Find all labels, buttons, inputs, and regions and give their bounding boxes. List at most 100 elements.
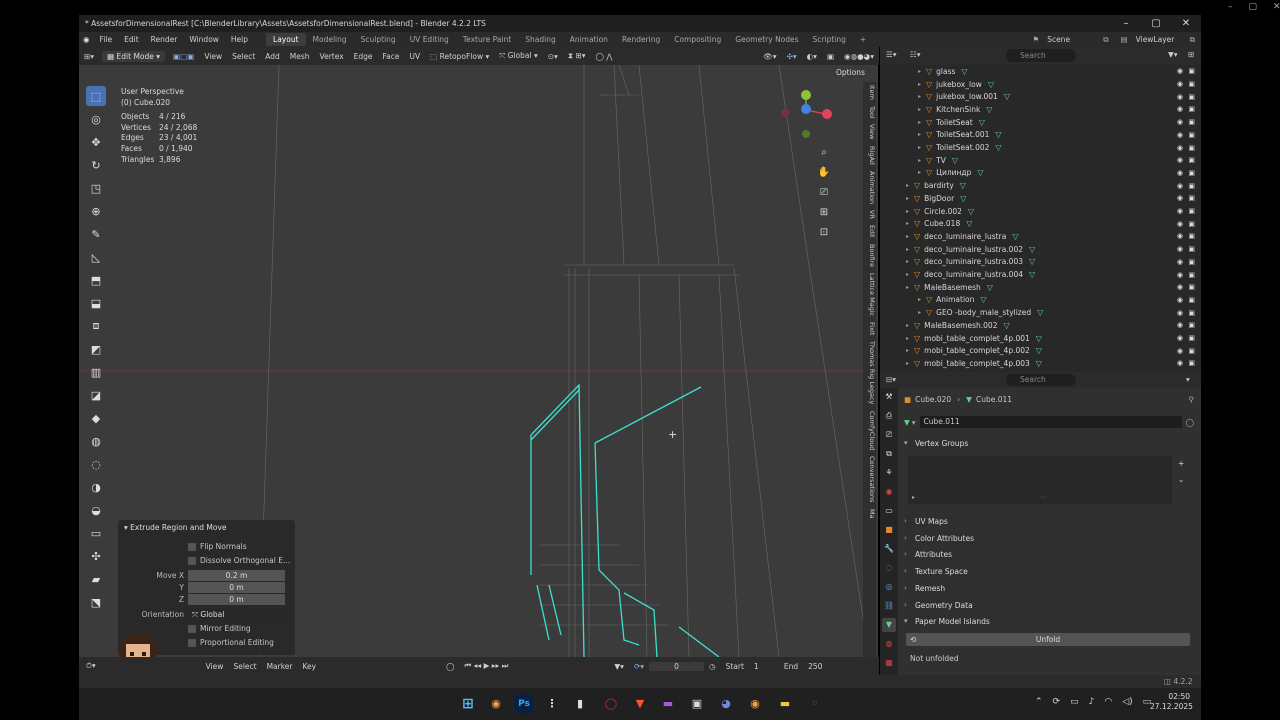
physics-tab-icon[interactable]: ◎: [882, 580, 896, 594]
render-camera-icon[interactable]: ▣: [1188, 258, 1195, 266]
options-button[interactable]: Options: [830, 67, 871, 78]
outliner-item[interactable]: ▸ ▽ GEO -body_male_stylized ▽ ◉ ▣: [880, 306, 1201, 319]
expand-icon[interactable]: ▸: [906, 182, 914, 189]
menu-window[interactable]: Window: [183, 35, 225, 44]
maximize-icon[interactable]: ▢: [1141, 15, 1171, 32]
shrink-fatten-tool-icon[interactable]: ◒: [86, 500, 106, 520]
outliner-item[interactable]: ▸ ▽ mobi_table_complet_4p.001 ▽ ◉ ▣: [880, 332, 1201, 345]
expand-icon[interactable]: ▸: [906, 195, 914, 202]
app-icon[interactable]: ⋮: [542, 694, 562, 714]
visibility-eye-icon[interactable]: ◉: [1177, 156, 1183, 164]
render-camera-icon[interactable]: ▣: [1188, 194, 1195, 202]
shear-tool-icon[interactable]: ▭: [86, 523, 106, 543]
unfold-button[interactable]: ⟲ Unfold: [906, 633, 1190, 646]
render-camera-icon[interactable]: ▣: [1188, 156, 1195, 164]
mode-selector[interactable]: ▦ Edit Mode ▾: [102, 50, 166, 62]
outliner-item[interactable]: ▸ ▽ MaleBasemesh ▽ ◉ ▣: [880, 281, 1201, 294]
collection-tab-icon[interactable]: ▭: [882, 504, 896, 518]
render-camera-icon[interactable]: ▣: [1188, 144, 1195, 152]
section-geometry-data[interactable]: › Geometry Data: [904, 598, 1194, 612]
visibility-eye-icon[interactable]: ◉: [1177, 258, 1183, 266]
resize-handle[interactable]: ⋯: [1040, 494, 1046, 501]
close-icon[interactable]: ✕: [1273, 2, 1280, 12]
expand-icon[interactable]: ▸: [906, 246, 914, 253]
render-camera-icon[interactable]: ▣: [1188, 220, 1195, 228]
visibility-eye-icon[interactable]: ◉: [1177, 131, 1183, 139]
add-vertex-group-icon[interactable]: +: [1178, 456, 1184, 472]
smooth-tool-icon[interactable]: ◌: [86, 454, 106, 474]
expand-icon[interactable]: ▸: [906, 347, 914, 354]
tab-comfycloud[interactable]: ComfyCloud: [863, 408, 876, 453]
menu-edit[interactable]: Edit: [118, 35, 145, 44]
render-camera-icon[interactable]: ▣: [1188, 169, 1195, 177]
maximize-icon[interactable]: ▢: [1249, 2, 1258, 12]
flip-normals-row[interactable]: Flip Normals: [118, 542, 295, 551]
outliner-item[interactable]: ▸ ▽ jukebox_low ▽ ◉ ▣: [880, 78, 1201, 91]
move-z-field[interactable]: 0 m: [188, 594, 285, 605]
timeline-marker[interactable]: Marker: [262, 662, 298, 671]
expand-icon[interactable]: ▸: [918, 68, 926, 75]
warp-tool-icon[interactable]: ⬔: [86, 592, 106, 612]
outliner-item[interactable]: ▸ ▽ deco_luminaire_lustra.003 ▽ ◉ ▣: [880, 256, 1201, 269]
render-camera-icon[interactable]: ▣: [1188, 334, 1195, 342]
render-camera-icon[interactable]: ▣: [1188, 105, 1195, 113]
spin-tool-icon[interactable]: ◍: [86, 431, 106, 451]
gizmo-icon[interactable]: ✣▾: [782, 52, 802, 61]
tab-sculpting[interactable]: Sculpting: [354, 33, 403, 46]
wifi-icon[interactable]: ◠: [1104, 697, 1112, 707]
add-cube-tool-icon[interactable]: ⬒: [86, 270, 106, 290]
orientation-selector[interactable]: ⤧ Global ▾: [494, 51, 542, 61]
scene-selector[interactable]: Scene: [1045, 35, 1097, 44]
grid-icon[interactable]: ⊞: [817, 203, 831, 223]
section-remesh[interactable]: › Remesh: [904, 581, 1194, 595]
app-icon[interactable]: ▮: [570, 694, 590, 714]
menu-add[interactable]: Add: [260, 52, 285, 61]
display-mode-icon[interactable]: ☷▾: [910, 50, 921, 59]
visibility-eye-icon[interactable]: ◉: [1177, 334, 1183, 342]
properties-search-input[interactable]: Search: [1006, 374, 1076, 386]
section-uv-maps[interactable]: › UV Maps: [904, 514, 1194, 528]
constraints-tab-icon[interactable]: ⛓: [882, 599, 896, 613]
tab-modeling[interactable]: Modeling: [306, 33, 354, 46]
tab-uv-editing[interactable]: UV Editing: [403, 33, 456, 46]
timeline-key[interactable]: Key: [298, 662, 322, 671]
outliner-item[interactable]: ▸ ▽ mobi_table_complet_4p.002 ▽ ◉ ▣: [880, 344, 1201, 357]
tab-bonfire[interactable]: Bonfire: [863, 241, 876, 270]
file-explorer-icon[interactable]: ▬: [775, 694, 795, 714]
expand-icon[interactable]: ▸: [906, 360, 914, 367]
render-camera-icon[interactable]: ▣: [1188, 118, 1195, 126]
visibility-eye-icon[interactable]: ◉: [1177, 359, 1183, 367]
app-tray-icon[interactable]: ⟳: [1053, 697, 1061, 707]
expand-icon[interactable]: ▸: [918, 119, 926, 126]
visibility-eye-icon[interactable]: ◉: [1177, 271, 1183, 279]
visibility-icon[interactable]: 👁▾: [758, 52, 781, 61]
pan-hand-icon[interactable]: ✋: [817, 163, 831, 183]
blender-taskbar-icon[interactable]: ◉: [745, 694, 765, 714]
dissolve-checkbox[interactable]: [188, 556, 196, 565]
minimize-icon[interactable]: –: [1228, 2, 1233, 12]
clock[interactable]: 02:50 27.12.2025: [1150, 692, 1193, 712]
blender-logo-icon[interactable]: ◉: [79, 35, 94, 44]
tab-animation[interactable]: Animation: [563, 33, 615, 46]
visibility-eye-icon[interactable]: ◉: [1177, 232, 1183, 240]
mirror-checkbox[interactable]: [188, 624, 196, 633]
outliner-item[interactable]: ▸ ▽ glass ▽ ◉ ▣: [880, 65, 1201, 78]
discord-icon[interactable]: ◕: [716, 694, 736, 714]
section-vertex-groups[interactable]: ▾ Vertex Groups: [904, 436, 1194, 450]
xray-icon[interactable]: ▣: [822, 52, 839, 61]
transform-tool-icon[interactable]: ⊕: [86, 201, 106, 221]
view-layer-tab-icon[interactable]: ⧉: [882, 447, 896, 461]
knife-tool-icon[interactable]: ◪: [86, 385, 106, 405]
outliner-item[interactable]: ▸ ▽ bardirty ▽ ◉ ▣: [880, 179, 1201, 192]
section-texture-space[interactable]: › Texture Space: [904, 564, 1194, 578]
visibility-eye-icon[interactable]: ◉: [1177, 194, 1183, 202]
section-color-attributes[interactable]: › Color Attributes: [904, 531, 1194, 545]
minimize-icon[interactable]: –: [1111, 15, 1141, 32]
proportional-icon[interactable]: ◯ ⋀: [591, 52, 618, 61]
fake-user-icon[interactable]: ◯: [1186, 418, 1194, 427]
move-x-field[interactable]: 0.2 m: [188, 570, 285, 581]
vertex-groups-list[interactable]: ▸ ⋯: [908, 456, 1172, 504]
outliner-item[interactable]: ▸ ▽ ToiletSeat.001 ▽ ◉ ▣: [880, 129, 1201, 142]
properties-editor-icon[interactable]: ⊟▾: [886, 375, 896, 384]
render-camera-icon[interactable]: ▣: [1188, 321, 1195, 329]
